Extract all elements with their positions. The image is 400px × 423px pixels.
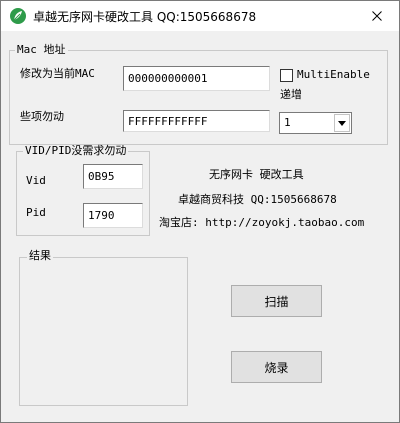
modify-mac-label: 修改为当前MAC [20, 67, 95, 80]
app-leaf-icon [10, 8, 26, 24]
mac-mask-input[interactable]: FFFFFFFFFFFF [123, 110, 270, 132]
result-group [19, 257, 188, 406]
increment-step-select[interactable]: 1 [279, 112, 352, 134]
multi-enable-label: MultiEnable [297, 68, 370, 81]
increment-step-value: 1 [284, 116, 291, 129]
window-title: 卓越无序网卡硬改工具 QQ:1505668678 [33, 10, 257, 24]
pid-input[interactable]: 1790 [83, 203, 143, 228]
increment-label: 递增 [280, 88, 302, 101]
close-icon [372, 11, 382, 21]
info-shop-line: 淘宝店: http://zoyokj.taobao.com [159, 216, 365, 229]
info-company-line: 卓越商贸科技 QQ:1505668678 [178, 193, 337, 206]
mac-input[interactable]: 000000000001 [123, 66, 270, 91]
vid-pid-group-title: VID/PID没需求勿动 [23, 144, 129, 157]
result-group-title: 结果 [27, 249, 53, 262]
pid-label: Pid [26, 206, 46, 219]
chevron-down-icon [338, 120, 346, 126]
dropdown-arrow[interactable] [334, 114, 350, 132]
main-window: 卓越无序网卡硬改工具 QQ:1505668678 Mac 地址 修改为当前MAC… [0, 0, 400, 423]
close-button[interactable] [355, 1, 399, 31]
do-not-touch-label: 些项勿动 [20, 110, 64, 123]
title-bar: 卓越无序网卡硬改工具 QQ:1505668678 [1, 1, 399, 31]
vid-label: Vid [26, 174, 46, 187]
mac-group-title: Mac 地址 [15, 43, 68, 56]
info-product-line: 无序网卡 硬改工具 [209, 168, 304, 181]
scan-button[interactable]: 扫描 [231, 285, 322, 317]
burn-button[interactable]: 烧录 [231, 351, 322, 383]
vid-input[interactable]: 0B95 [83, 164, 143, 189]
multi-enable-checkbox[interactable] [280, 69, 293, 82]
